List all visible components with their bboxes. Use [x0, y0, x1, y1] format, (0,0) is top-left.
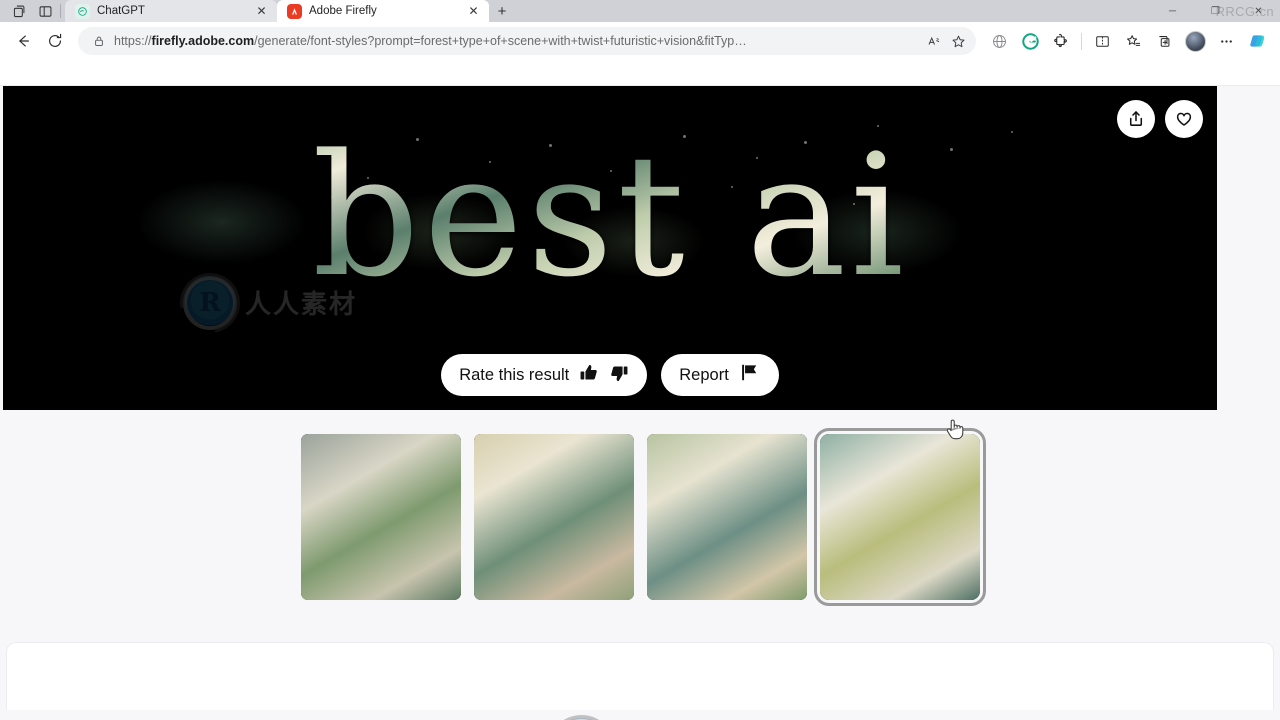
tab-title: ChatGPT — [97, 5, 145, 17]
firefly-page: best ai R 人人素材 — [0, 86, 1280, 720]
back-button[interactable] — [8, 26, 38, 56]
rating-icons — [579, 363, 629, 388]
lock-icon — [90, 35, 108, 47]
thumbs-up-icon[interactable] — [579, 363, 601, 388]
grammarly-icon[interactable] — [1015, 26, 1045, 56]
settings-more-icon[interactable] — [1211, 26, 1241, 56]
report-button[interactable]: Report — [661, 354, 779, 396]
thumbnail-variation-2[interactable]: b — [473, 434, 634, 600]
avatar — [1184, 30, 1206, 52]
tab-chatgpt[interactable]: ChatGPT ✕ — [65, 0, 277, 22]
image-action-buttons — [1117, 100, 1203, 138]
globe-icon[interactable] — [984, 26, 1014, 56]
collections-icon[interactable] — [1149, 26, 1179, 56]
tab-close-icon[interactable]: ✕ — [254, 4, 269, 19]
browser-window: ChatGPT ✕ Adobe Firefly ✕ + ─ ❐ ✕ RRCG.c… — [0, 0, 1280, 720]
feedback-bar: Rate this result Report — [3, 354, 1217, 396]
variation-thumbnails: b b b b — [0, 428, 1280, 606]
bottom-panel — [6, 642, 1274, 710]
thumbnail-glyph: b — [300, 434, 461, 600]
read-aloud-icon[interactable] — [922, 29, 946, 53]
tabstrip-divider — [60, 4, 61, 18]
profile-avatar[interactable] — [1180, 26, 1210, 56]
page-header-strip — [0, 60, 1280, 86]
favorite-heart-button[interactable] — [1165, 100, 1203, 138]
vertical-tabs-icon[interactable] — [32, 0, 58, 22]
rate-label: Rate this result — [459, 365, 570, 384]
thumbnail-glyph: b — [473, 434, 634, 600]
window-controls: ─ ❐ ✕ — [1151, 0, 1280, 22]
tab-adobe-firefly[interactable]: Adobe Firefly ✕ — [277, 0, 489, 22]
adobe-firefly-favicon-icon — [287, 3, 302, 19]
favorites-icon[interactable] — [1118, 26, 1148, 56]
thumbnail-glyph: b — [819, 434, 980, 600]
address-bar[interactable]: https://firefly.adobe.com/generate/font-… — [78, 27, 976, 55]
flag-icon — [739, 362, 761, 388]
tab-actions-icon[interactable] — [6, 0, 32, 22]
generated-artwork-text: best ai — [3, 132, 1217, 300]
refresh-button[interactable] — [40, 26, 70, 56]
thumbnail-variation-3[interactable]: b — [646, 434, 807, 600]
thumbnail-glyph: b — [646, 434, 807, 600]
url-text: https://firefly.adobe.com/generate/font-… — [114, 34, 747, 48]
extensions-icon[interactable] — [1046, 26, 1076, 56]
rate-this-result-button[interactable]: Rate this result — [441, 354, 648, 396]
thumbs-down-icon[interactable] — [607, 363, 629, 388]
toolbar-divider — [1081, 32, 1082, 50]
new-tab-button[interactable]: + — [489, 0, 515, 22]
thumbnail-variation-1[interactable]: b — [300, 434, 461, 600]
share-button[interactable] — [1117, 100, 1155, 138]
browser-toolbar: https://firefly.adobe.com/generate/font-… — [0, 22, 1280, 60]
toolbar-right-icons — [984, 26, 1272, 56]
minimize-button[interactable]: ─ — [1151, 0, 1194, 22]
close-button[interactable]: ✕ — [1237, 0, 1280, 22]
generated-image-preview[interactable]: best ai R 人人素材 — [3, 86, 1217, 410]
split-screen-icon[interactable] — [1087, 26, 1117, 56]
tab-strip: ChatGPT ✕ Adobe Firefly ✕ + ─ ❐ ✕ — [0, 0, 1280, 22]
maximize-button[interactable]: ❐ — [1194, 0, 1237, 22]
report-label: Report — [679, 365, 729, 384]
tab-close-icon[interactable]: ✕ — [466, 4, 481, 19]
thumbnail-variation-4[interactable]: b — [813, 428, 986, 606]
add-favorite-icon[interactable] — [946, 29, 970, 53]
chatgpt-favicon-icon — [75, 3, 90, 19]
tab-title: Adobe Firefly — [309, 5, 377, 17]
copilot-icon[interactable] — [1242, 26, 1272, 56]
